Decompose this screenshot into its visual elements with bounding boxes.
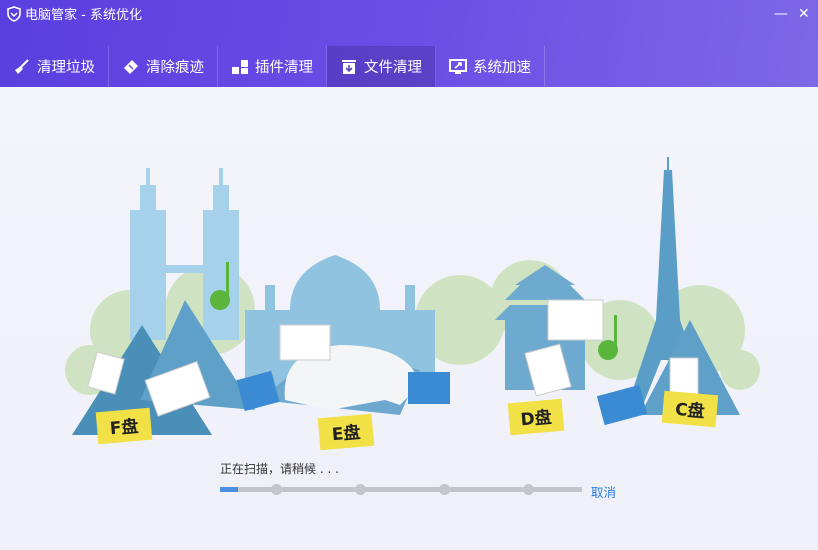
disk-label-d: D盘 [507,398,565,436]
window-title: 电脑管家 - 系统优化 [25,8,142,23]
monitor-boost-icon [449,58,467,74]
scan-progress-bar [220,484,582,495]
svg-text:C盘: C盘 [674,399,705,422]
tab-clear-traces[interactable]: 清除痕迹 [109,46,218,87]
cancel-scan-link[interactable]: 取消 [591,482,616,501]
puzzle-icon [232,59,248,74]
svg-text:D盘: D盘 [520,407,553,431]
tab-label: 系统加速 [473,60,531,76]
main-panel: F盘 E盘 D盘 C盘 [0,87,818,550]
disk-label-f: F盘 [95,407,153,445]
file-download-icon [342,59,356,74]
disk-label-c: C盘 [661,390,719,428]
tab-clean-junk[interactable]: 清理垃圾 [0,46,109,87]
progress-step-dot [355,484,366,495]
progress-step-dot [271,484,282,495]
close-button[interactable]: ✕ [798,6,810,22]
tab-label: 文件清理 [364,60,422,76]
tab-label: 清除痕迹 [146,60,204,76]
tab-file-clean[interactable]: 文件清理 [327,46,436,87]
svg-text:F盘: F盘 [109,416,139,439]
disk-label-e: E盘 [317,413,375,451]
svg-text:E盘: E盘 [331,422,361,445]
tab-label: 清理垃圾 [37,60,95,76]
broom-icon [15,58,29,74]
progress-step-dot [523,484,534,495]
tab-label: 插件清理 [255,60,313,76]
scan-progress-fill [220,487,239,492]
tab-system-boost[interactable]: 系统加速 [436,46,545,87]
minimize-button[interactable]: — [774,6,788,22]
shield-logo-icon [7,5,21,22]
eraser-icon [124,59,138,74]
tab-plugin-clean[interactable]: 插件清理 [218,46,327,87]
tab-bar: 清理垃圾 清除痕迹 插件清理 文件清理 系统加速 [0,46,545,87]
progress-step-dot [439,484,450,495]
title-bar: 电脑管家 - 系统优化 — ✕ 清理垃圾 清除痕迹 插件清理 文件清理 系统加速 [0,0,818,87]
app-title: 电脑管家 - 系统优化 [6,4,142,23]
scan-status-text: 正在扫描，请稍候 . . . [220,462,339,476]
disk-scan-illustration: F盘 E盘 D盘 C盘 [65,157,760,451]
